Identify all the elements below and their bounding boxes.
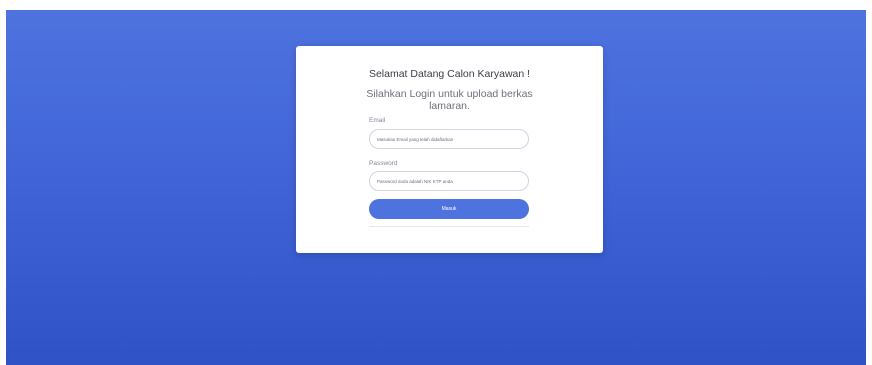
email-label: Email (369, 117, 386, 124)
login-button[interactable]: Masuk (369, 199, 529, 219)
login-subtitle: Silahkan Login untuk upload berkas lamar… (366, 88, 533, 112)
password-field[interactable] (369, 171, 529, 191)
login-card: Selamat Datang Calon Karyawan ! Silahkan… (296, 46, 603, 253)
page-background: Selamat Datang Calon Karyawan ! Silahkan… (6, 10, 866, 365)
email-field[interactable] (369, 129, 529, 149)
form-divider (369, 226, 529, 227)
password-label: Password (369, 160, 398, 167)
welcome-title: Selamat Datang Calon Karyawan ! (368, 68, 531, 80)
